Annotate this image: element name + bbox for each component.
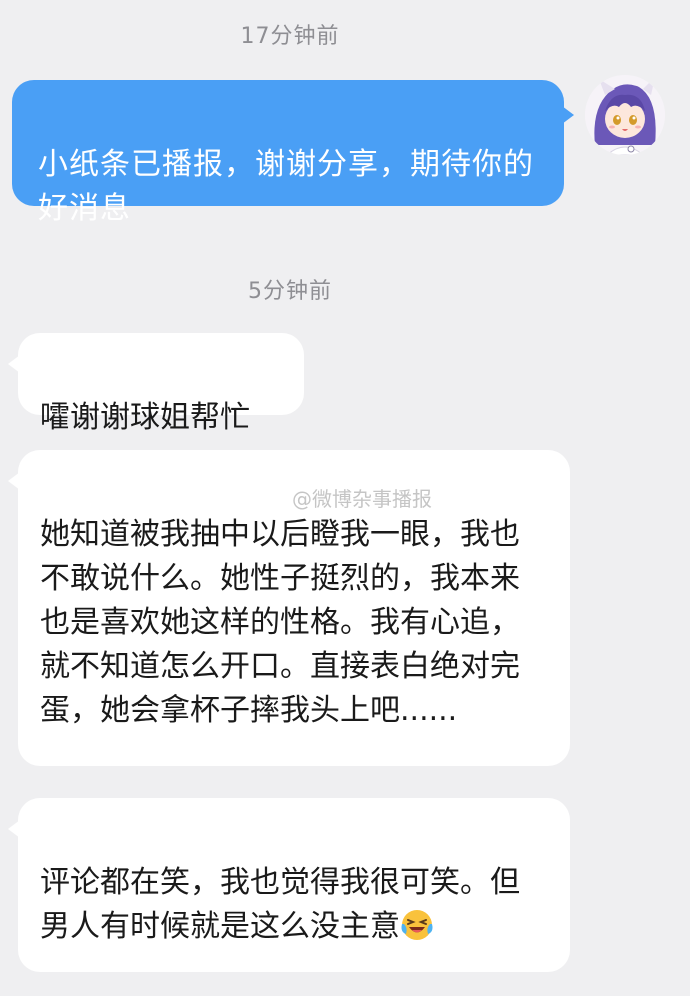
outgoing-message-bubble[interactable]: 小纸条已播报，谢谢分享，期待你的好消息 xyxy=(12,80,574,226)
incoming-message-bubble[interactable]: 评论都在笑，我也觉得我很可笑。但男人有时候就是这么没主意 xyxy=(8,798,570,972)
message-text: 嚯谢谢球姐帮忙 xyxy=(40,400,250,435)
weibo-watermark: @微博杂事播报 xyxy=(292,487,432,511)
laughing-crying-emoji-icon xyxy=(401,910,433,940)
avatar[interactable] xyxy=(585,75,665,155)
message-timestamp: 5分钟前 xyxy=(248,279,332,304)
anime-girl-avatar-icon xyxy=(585,75,665,155)
message-text: 评论都在笑，我也觉得我很可笑。但男人有时候就是这么没主意 xyxy=(40,865,520,944)
message-text: 她知道被我抽中以后瞪我一眼，我也不敢说什么。她性子挺烈的，我本来也是喜欢她这样的… xyxy=(40,517,520,728)
message-timestamp: 17分钟前 xyxy=(240,24,340,49)
message-text: 小纸条已播报，谢谢分享，期待你的好消息 xyxy=(38,147,534,226)
incoming-message-bubble[interactable]: 嚯谢谢球姐帮忙 xyxy=(8,333,304,435)
